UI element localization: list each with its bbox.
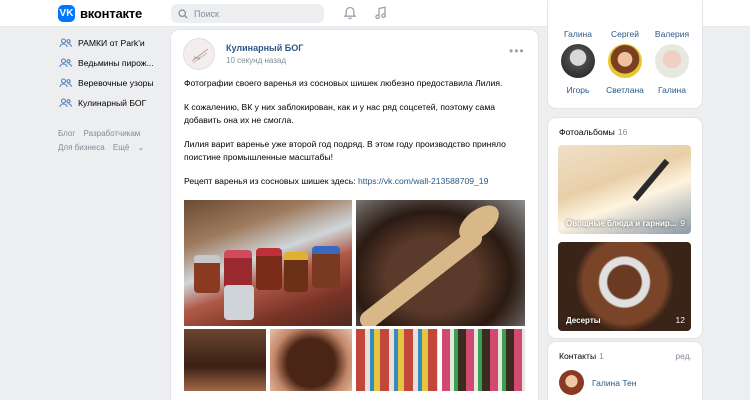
contacts-edit-link[interactable]: ред. bbox=[675, 351, 692, 361]
nav-item-label: РАМКИ от Park'и bbox=[78, 38, 145, 48]
nav-item-label: Кулинарный БОГ bbox=[78, 98, 147, 108]
friend-name[interactable]: Игорь bbox=[553, 85, 603, 95]
photo-albums-card: Фотоальбомы 16 Овощные блюда и гарнир... … bbox=[548, 118, 702, 338]
nav-item-group-1[interactable]: РАМКИ от Park'и bbox=[58, 33, 163, 53]
svg-text:bog: bog bbox=[194, 55, 200, 60]
users-icon bbox=[58, 37, 72, 49]
post-photo-jar-top[interactable] bbox=[270, 329, 352, 391]
nav-item-group-3[interactable]: Веревочные узоры bbox=[58, 73, 163, 93]
recipe-link[interactable]: https://vk.com/wall-213588709_19 bbox=[358, 176, 488, 186]
friend-avatar[interactable] bbox=[561, 44, 595, 78]
album-vegetables[interactable]: Овощные блюда и гарнир... 9 bbox=[558, 145, 691, 234]
contacts-title[interactable]: Контакты 1 bbox=[559, 351, 604, 361]
vk-logo[interactable]: VK вконтакте bbox=[58, 5, 142, 22]
post-paragraph: Фотографии своего варенья из сосновых ши… bbox=[184, 78, 503, 88]
friend-avatar[interactable] bbox=[608, 44, 642, 78]
friend-avatar[interactable] bbox=[655, 44, 689, 78]
left-nav: РАМКИ от Park'и Ведьмины пирож... Верево… bbox=[58, 33, 163, 155]
album-desserts[interactable]: Десерты 12 bbox=[558, 242, 691, 331]
post-paragraph: Лилия варит варенье уже второй год подря… bbox=[184, 139, 506, 162]
post-text: Фотографии своего варенья из сосновых ши… bbox=[184, 77, 524, 199]
footer-link-blog[interactable]: Блог bbox=[58, 129, 75, 138]
friend-name[interactable]: Галина bbox=[553, 29, 603, 39]
post-author-avatar[interactable]: bog bbox=[183, 38, 215, 70]
users-icon bbox=[58, 77, 72, 89]
users-icon bbox=[58, 97, 72, 109]
footer-link-more[interactable]: Ещё ⌄ bbox=[113, 143, 150, 152]
nav-item-group-4[interactable]: Кулинарный БОГ bbox=[58, 93, 163, 113]
friends-card: Галина Сергей Валерия Игорь Светлана Гал… bbox=[548, 0, 702, 108]
album-caption: Десерты bbox=[566, 316, 601, 325]
album-caption: Овощные блюда и гарнир... bbox=[566, 219, 677, 228]
contacts-card: Контакты 1 ред. Галина Тен bbox=[548, 342, 702, 400]
nav-item-label: Ведьмины пирож... bbox=[78, 58, 154, 68]
search-box[interactable] bbox=[171, 4, 324, 23]
search-icon bbox=[178, 8, 188, 19]
post-photo-jar-rows[interactable] bbox=[356, 329, 438, 391]
footer-link-business[interactable]: Для бизнеса bbox=[58, 143, 105, 152]
post-author-name[interactable]: Кулинарный БОГ bbox=[226, 43, 303, 53]
post-photo-jar-closeup[interactable] bbox=[184, 329, 266, 391]
album-count: 9 bbox=[680, 218, 685, 228]
vk-logo-text: вконтакте bbox=[80, 6, 143, 21]
friend-name[interactable]: Валерия bbox=[647, 29, 697, 39]
nav-item-label: Веревочные узоры bbox=[78, 78, 154, 88]
albums-title[interactable]: Фотоальбомы 16 bbox=[559, 127, 627, 137]
post-photo-jars[interactable] bbox=[184, 200, 352, 326]
post-timestamp[interactable]: 10 секунд назад bbox=[226, 56, 286, 65]
post-photo-cooking-pot[interactable] bbox=[356, 200, 525, 326]
music-icon[interactable] bbox=[373, 5, 389, 21]
post-photo-jar-shelf[interactable] bbox=[442, 329, 525, 391]
vk-logo-mark: VK bbox=[58, 5, 75, 22]
users-icon bbox=[58, 57, 72, 69]
friend-name[interactable]: Светлана bbox=[600, 85, 650, 95]
friend-name[interactable]: Сергей bbox=[600, 29, 650, 39]
album-count: 12 bbox=[675, 315, 685, 325]
nav-item-group-2[interactable]: Ведьмины пирож... bbox=[58, 53, 163, 73]
more-options-icon[interactable]: ••• bbox=[509, 44, 525, 58]
search-input[interactable] bbox=[194, 8, 314, 19]
post-paragraph: Рецепт варенья из сосновых шишек здесь: … bbox=[184, 176, 489, 186]
bell-icon[interactable] bbox=[342, 5, 358, 21]
footer-links: Блог Разработчикам Для бизнеса Ещё ⌄ bbox=[58, 127, 163, 155]
post-paragraph: К сожалению, ВК у них заблокирован, как … bbox=[184, 102, 496, 125]
wall-post: bog Кулинарный БОГ 10 секунд назад ••• Ф… bbox=[171, 30, 538, 400]
chevron-down-icon: ⌄ bbox=[137, 143, 145, 152]
footer-link-developers[interactable]: Разработчикам bbox=[84, 129, 141, 138]
contact-avatar[interactable] bbox=[559, 370, 584, 395]
contact-name[interactable]: Галина Тен bbox=[592, 378, 636, 388]
friend-name[interactable]: Галина bbox=[647, 85, 697, 95]
